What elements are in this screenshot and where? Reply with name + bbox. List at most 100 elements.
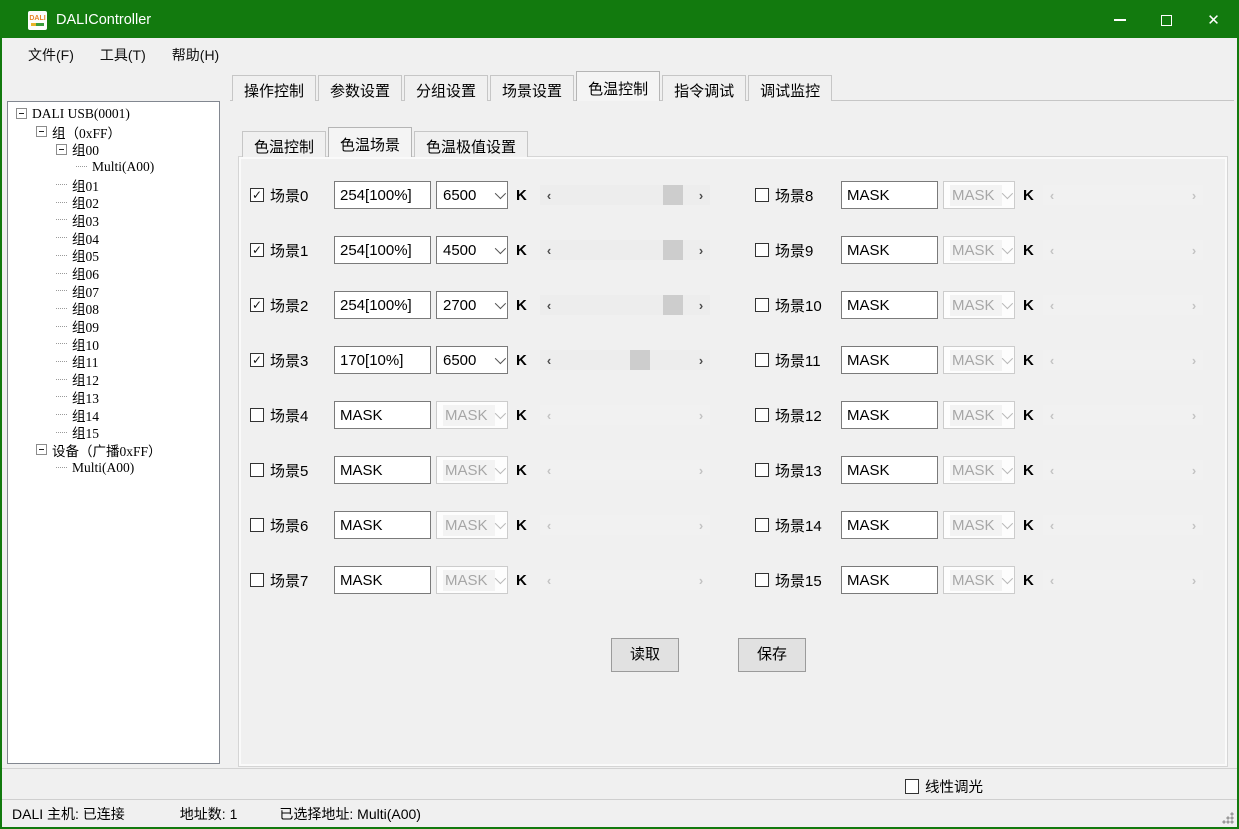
- scrollbar-thumb[interactable]: [630, 350, 650, 370]
- scene-checkbox[interactable]: [250, 408, 264, 422]
- scroll-left-icon[interactable]: ‹: [540, 240, 558, 260]
- subtab-色温控制[interactable]: 色温控制: [242, 131, 326, 157]
- subtab-色温场景[interactable]: 色温场景: [328, 127, 412, 157]
- tree-node[interactable]: 组01: [8, 176, 219, 194]
- scene-level-input[interactable]: [334, 456, 431, 484]
- color-temp-dropdown[interactable]: 6500: [436, 181, 508, 209]
- color-temp-dropdown[interactable]: 4500: [436, 236, 508, 264]
- tree-node[interactable]: 组05: [8, 247, 219, 265]
- scroll-right-icon[interactable]: ›: [692, 240, 710, 260]
- save-button[interactable]: 保存: [738, 638, 806, 672]
- tab-色温控制[interactable]: 色温控制: [576, 71, 660, 101]
- tree-node[interactable]: 组07: [8, 282, 219, 300]
- collapse-icon[interactable]: [16, 108, 27, 119]
- color-temp-scrollbar[interactable]: ‹›: [540, 295, 710, 315]
- scene-level-input[interactable]: [841, 346, 938, 374]
- scrollbar-thumb[interactable]: [663, 185, 683, 205]
- scene-level-input[interactable]: [841, 291, 938, 319]
- scene-checkbox[interactable]: [755, 353, 769, 367]
- close-button[interactable]: ✕: [1190, 2, 1237, 38]
- minimize-button[interactable]: [1096, 2, 1143, 38]
- scrollbar-thumb[interactable]: [663, 240, 683, 260]
- scene-checkbox[interactable]: [250, 573, 264, 587]
- tree-node[interactable]: 组10: [8, 335, 219, 353]
- color-temp-scrollbar[interactable]: ‹›: [540, 185, 710, 205]
- device-tree[interactable]: DALI USB(0001)组（0xFF）组00Multi(A00)组01组02…: [7, 101, 220, 764]
- tab-调试监控[interactable]: 调试监控: [748, 75, 832, 101]
- color-temp-dropdown[interactable]: 6500: [436, 346, 508, 374]
- tree-node[interactable]: 组14: [8, 406, 219, 424]
- linear-dimming-checkbox[interactable]: [905, 779, 919, 794]
- scene-level-input[interactable]: [841, 566, 938, 594]
- read-button[interactable]: 读取: [611, 638, 679, 672]
- scene-level-input[interactable]: [841, 456, 938, 484]
- tree-node[interactable]: 组04: [8, 229, 219, 247]
- scrollbar-track[interactable]: [558, 350, 692, 370]
- color-temp-dropdown[interactable]: 2700: [436, 291, 508, 319]
- scene-level-input[interactable]: [334, 511, 431, 539]
- menu-item-工具(T)[interactable]: 工具(T): [87, 39, 159, 71]
- scene-level-input[interactable]: [334, 401, 431, 429]
- menu-item-帮助(H)[interactable]: 帮助(H): [159, 39, 232, 71]
- scroll-left-icon[interactable]: ‹: [540, 350, 558, 370]
- tree-node[interactable]: 组（0xFF）: [8, 123, 219, 141]
- scene-checkbox[interactable]: [755, 243, 769, 257]
- scene-level-input[interactable]: [334, 181, 431, 209]
- tree-node[interactable]: 设备（广播0xFF）: [8, 441, 219, 459]
- tree-node[interactable]: 组03: [8, 211, 219, 229]
- scene-checkbox[interactable]: [755, 408, 769, 422]
- color-temp-scrollbar[interactable]: ‹›: [540, 350, 710, 370]
- resize-grip-icon[interactable]: [1222, 812, 1234, 824]
- collapse-icon[interactable]: [36, 126, 47, 137]
- scrollbar-track[interactable]: [558, 295, 692, 315]
- scene-checkbox[interactable]: ✓: [250, 298, 264, 312]
- scene-checkbox[interactable]: [250, 518, 264, 532]
- tree-node[interactable]: 组09: [8, 317, 219, 335]
- scrollbar-track[interactable]: [558, 240, 692, 260]
- collapse-icon[interactable]: [56, 144, 67, 155]
- scene-checkbox[interactable]: [755, 518, 769, 532]
- tree-node[interactable]: 组06: [8, 264, 219, 282]
- scene-checkbox[interactable]: [755, 463, 769, 477]
- maximize-button[interactable]: [1143, 2, 1190, 38]
- subtab-色温极值设置[interactable]: 色温极值设置: [414, 131, 528, 157]
- scene-checkbox[interactable]: ✓: [250, 353, 264, 367]
- scene-level-input[interactable]: [334, 291, 431, 319]
- tab-场景设置[interactable]: 场景设置: [490, 75, 574, 101]
- scene-checkbox[interactable]: ✓: [250, 188, 264, 202]
- scroll-right-icon[interactable]: ›: [692, 295, 710, 315]
- tree-node[interactable]: 组13: [8, 388, 219, 406]
- scene-level-input[interactable]: [841, 236, 938, 264]
- scene-checkbox[interactable]: [755, 188, 769, 202]
- scroll-right-icon[interactable]: ›: [692, 185, 710, 205]
- menu-item-文件(F)[interactable]: 文件(F): [15, 39, 87, 71]
- scene-level-input[interactable]: [334, 346, 431, 374]
- scroll-left-icon[interactable]: ‹: [540, 295, 558, 315]
- scene-checkbox[interactable]: [755, 573, 769, 587]
- scroll-right-icon[interactable]: ›: [692, 350, 710, 370]
- tree-node[interactable]: Multi(A00): [8, 158, 219, 176]
- tree-node[interactable]: 组11: [8, 353, 219, 371]
- scrollbar-thumb[interactable]: [663, 295, 683, 315]
- tab-分组设置[interactable]: 分组设置: [404, 75, 488, 101]
- tab-指令调试[interactable]: 指令调试: [662, 75, 746, 101]
- scene-checkbox[interactable]: [755, 298, 769, 312]
- scene-level-input[interactable]: [841, 401, 938, 429]
- scrollbar-track[interactable]: [558, 185, 692, 205]
- scene-checkbox[interactable]: [250, 463, 264, 477]
- tree-node[interactable]: DALI USB(0001): [8, 105, 219, 123]
- collapse-icon[interactable]: [36, 444, 47, 455]
- tree-node[interactable]: 组08: [8, 300, 219, 318]
- tree-node[interactable]: Multi(A00): [8, 459, 219, 477]
- scene-level-input[interactable]: [841, 511, 938, 539]
- tab-操作控制[interactable]: 操作控制: [232, 75, 316, 101]
- tree-node[interactable]: 组15: [8, 423, 219, 441]
- tree-node[interactable]: 组12: [8, 370, 219, 388]
- color-temp-scrollbar[interactable]: ‹›: [540, 240, 710, 260]
- scene-level-input[interactable]: [334, 566, 431, 594]
- tree-node[interactable]: 组00: [8, 140, 219, 158]
- scene-level-input[interactable]: [841, 181, 938, 209]
- scene-level-input[interactable]: [334, 236, 431, 264]
- tab-参数设置[interactable]: 参数设置: [318, 75, 402, 101]
- scroll-left-icon[interactable]: ‹: [540, 185, 558, 205]
